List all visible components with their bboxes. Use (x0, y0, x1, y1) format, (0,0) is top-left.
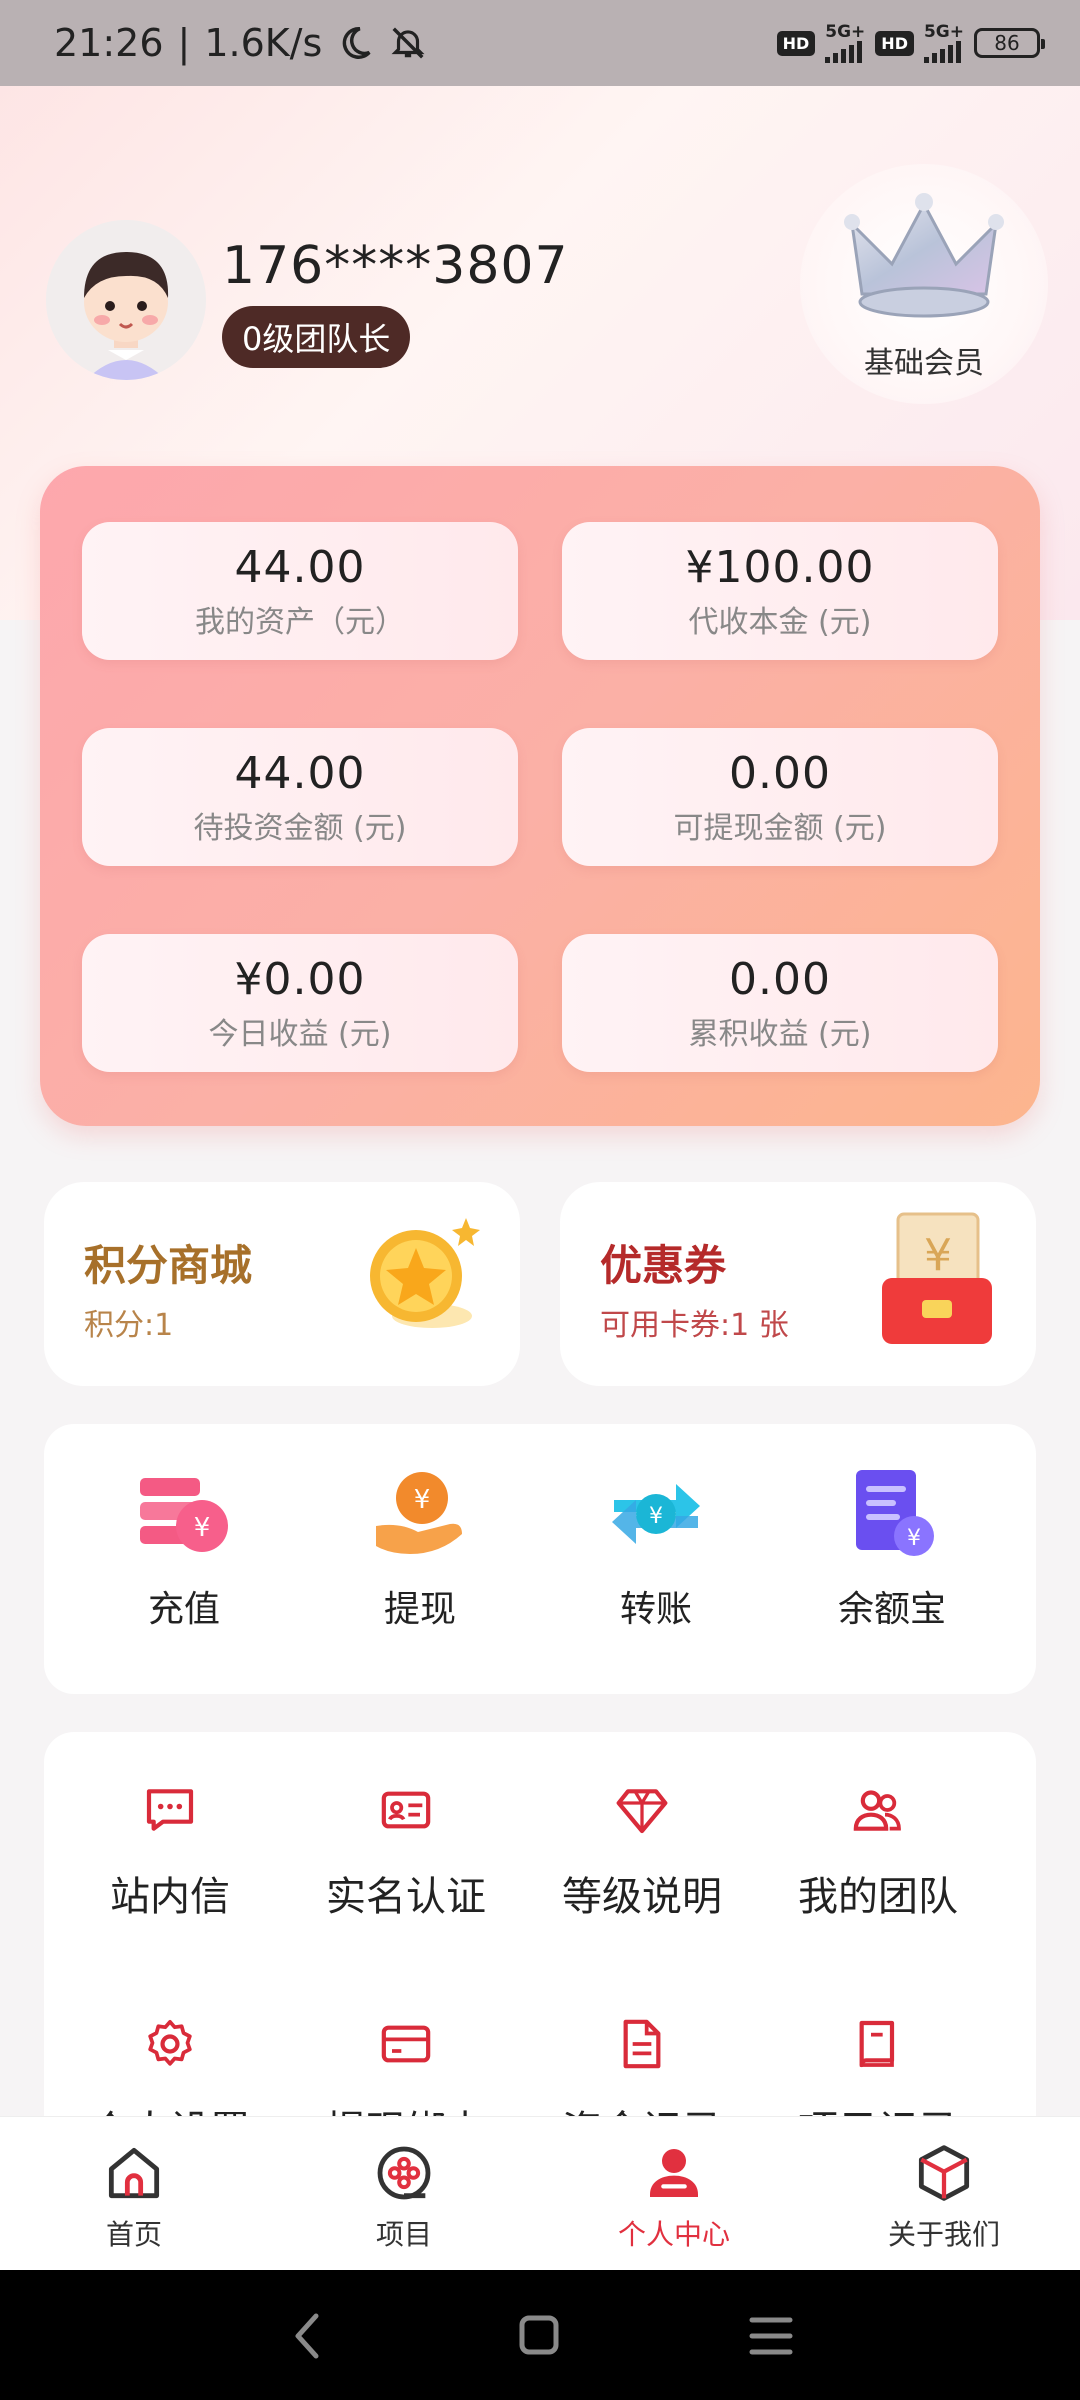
bank-card-icon (381, 2025, 431, 2063)
menu-label: 等级说明 (562, 1874, 722, 1920)
status-bar: 21:26 | 1.6K/s HD 5G+ HD 5G+ 86 (0, 0, 1080, 86)
points-mall-card[interactable]: 积分商城 积分:1 (44, 1182, 520, 1386)
balance-treasure-button[interactable]: ¥ 余额宝 (792, 1464, 992, 1632)
battery-level: 86 (994, 31, 1020, 55)
asset-label: 今日收益 (元) (208, 1017, 392, 1052)
cube-icon (918, 2145, 970, 2201)
menu-item-messages[interactable]: 站内信 (52, 1782, 288, 1922)
transfer-icon: ¥ (612, 1484, 700, 1544)
asset-summary-card: 44.00 我的资产（元） ¥100.00 代收本金 (元) 44.00 待投资… (40, 466, 1040, 1126)
team-icon (853, 1790, 901, 1831)
asset-value: 44.00 (234, 748, 366, 799)
asset-value: 44.00 (234, 542, 366, 593)
balance-treasure-icon: ¥ (856, 1470, 934, 1556)
asset-tile-pending-invest[interactable]: 44.00 待投资金额 (元) (82, 728, 518, 866)
withdraw-icon: ¥ (376, 1472, 462, 1554)
transfer-button[interactable]: ¥ 转账 (556, 1464, 756, 1632)
nav-personal-center[interactable]: 个人中心 (574, 2141, 774, 2253)
balance-treasure-label: 余额宝 (837, 1589, 946, 1630)
menu-item-level-info[interactable]: 等级说明 (524, 1782, 760, 1922)
nav-home[interactable]: 首页 (34, 2141, 234, 2253)
svg-text:¥: ¥ (194, 1513, 211, 1543)
svg-text:¥: ¥ (924, 1230, 952, 1281)
menu-item-my-team[interactable]: 我的团队 (760, 1782, 996, 1922)
nav-personal-center-label: 个人中心 (617, 2218, 730, 2251)
hd-badge-2: HD (875, 30, 914, 56)
network-type-1: 5G+ (825, 21, 866, 42)
diamond-icon (616, 1789, 668, 1834)
asset-tile-my-assets[interactable]: 44.00 我的资产（元） (82, 522, 518, 660)
nav-about-us[interactable]: 关于我们 (844, 2141, 1044, 2253)
svg-text:¥: ¥ (907, 1526, 921, 1551)
recharge-label: 充值 (147, 1589, 220, 1630)
quick-actions-card: ¥ 充值 ¥ 提现 ¥ 转账 ¥ 余额宝 (44, 1424, 1036, 1694)
points-balance: 积分:1 (84, 1308, 174, 1343)
asset-tile-today-earnings[interactable]: ¥0.00 今日收益 (元) (82, 934, 518, 1072)
asset-value: ¥100.00 (685, 542, 875, 593)
svg-text:¥: ¥ (649, 1504, 663, 1529)
home-square-icon[interactable] (514, 2306, 564, 2366)
coupon-title: 优惠券 (600, 1241, 727, 1290)
menu-label: 我的团队 (798, 1874, 958, 1920)
hd-badge-1: HD (776, 30, 816, 56)
bottom-navigation: 首页 项目 个人中心 关于我们 (0, 2116, 1080, 2270)
moon-icon (342, 27, 371, 59)
signal-1: 5G+ (825, 21, 866, 63)
user-phone: 176****3807 (222, 236, 569, 296)
message-icon (146, 1789, 194, 1831)
nav-projects[interactable]: 项目 (304, 2141, 504, 2253)
points-mall-title: 积分商城 (84, 1241, 253, 1290)
user-icon (650, 2149, 698, 2197)
coupon-card[interactable]: 优惠券 可用卡券:1 张 ¥ (560, 1182, 1036, 1386)
withdraw-label: 提现 (383, 1589, 456, 1630)
asset-value: ¥0.00 (234, 954, 366, 1005)
network-type-2: 5G+ (923, 21, 964, 42)
project-icon (377, 2146, 431, 2200)
membership-label: 基础会员 (864, 346, 984, 381)
gear-icon (148, 2019, 192, 2066)
menu-label: 站内信 (110, 1874, 230, 1920)
menu-lines-icon[interactable] (746, 2306, 796, 2366)
recharge-button[interactable]: ¥ 充值 (84, 1464, 284, 1632)
boy-avatar-icon (46, 220, 206, 380)
svg-text:¥: ¥ (414, 1485, 431, 1515)
status-time: 21:26 (54, 21, 164, 65)
battery-icon: 86 (974, 28, 1045, 58)
system-navigation-bar (0, 2270, 1080, 2400)
menu-item-real-name[interactable]: 实名认证 (288, 1782, 524, 1922)
book-icon (859, 2020, 895, 2068)
asset-label: 待投资金额 (元) (193, 811, 407, 846)
home-icon (108, 2147, 160, 2199)
asset-label: 累积收益 (元) (688, 1017, 872, 1052)
nav-about-us-label: 关于我们 (887, 2218, 1000, 2251)
asset-label: 代收本金 (元) (688, 605, 872, 640)
nav-projects-label: 项目 (375, 2218, 432, 2251)
document-icon (623, 2019, 661, 2069)
signal-2: 5G+ (923, 21, 964, 63)
menu-label: 实名认证 (326, 1874, 486, 1920)
asset-tile-collect-principal[interactable]: ¥100.00 代收本金 (元) (562, 522, 998, 660)
nav-home-label: 首页 (105, 2218, 162, 2251)
asset-label: 我的资产（元） (195, 605, 405, 640)
recharge-icon: ¥ (140, 1478, 228, 1552)
withdraw-button[interactable]: ¥ 提现 (320, 1464, 520, 1632)
asset-tile-total-earnings[interactable]: 0.00 累积收益 (元) (562, 934, 998, 1072)
avatar[interactable] (46, 220, 206, 380)
status-speed: 1.6K/s (204, 21, 323, 65)
transfer-label: 转账 (619, 1589, 692, 1630)
level-badge[interactable]: 0级团队长 (222, 306, 411, 368)
gold-coin-icon (370, 1218, 480, 1328)
status-divider: | (177, 21, 191, 65)
mute-bell-icon (391, 27, 425, 59)
crown-icon (844, 193, 1004, 318)
asset-value: 0.00 (729, 954, 831, 1005)
asset-value: 0.00 (729, 748, 831, 799)
coupon-count: 可用卡券:1 张 (600, 1308, 789, 1343)
asset-tile-withdrawable[interactable]: 0.00 可提现金额 (元) (562, 728, 998, 866)
id-card-icon (381, 1791, 431, 1829)
asset-label: 可提现金额 (元) (673, 811, 887, 846)
red-envelope-icon: ¥ (882, 1212, 992, 1344)
back-icon[interactable] (282, 2306, 332, 2366)
